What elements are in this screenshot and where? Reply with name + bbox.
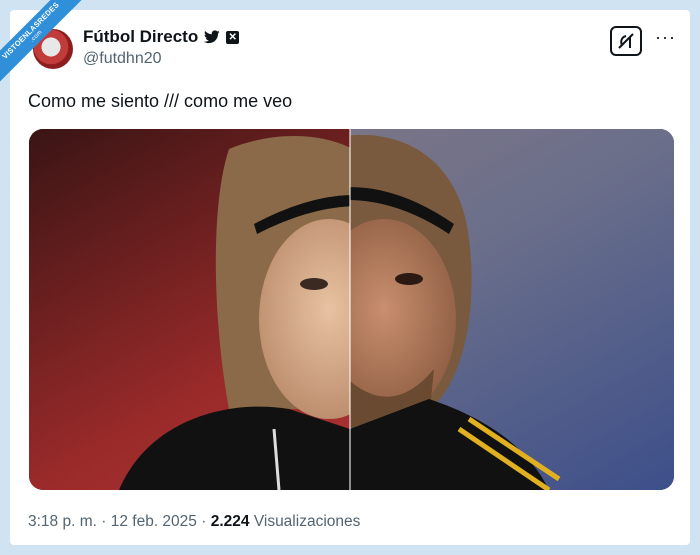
grok-icon	[618, 33, 634, 49]
tweet-meta: 3:18 p. m. · 12 feb. 2025 · 2.224 Visual…	[28, 513, 360, 531]
author-name[interactable]: Fútbol Directo	[83, 27, 198, 47]
meta-separator-2: ·	[196, 513, 211, 530]
views-label: Visualizaciones	[253, 513, 361, 530]
more-icon[interactable]: ···	[655, 28, 676, 46]
split-face-photo	[29, 129, 674, 490]
views-count: 2.224	[210, 513, 250, 530]
author-name-row: Fútbol Directo ✕	[83, 27, 240, 47]
tweet-date[interactable]: 12 feb. 2025	[111, 513, 197, 530]
tweet-text: Como me siento /// como me veo	[28, 91, 293, 111]
grok-button[interactable]	[610, 26, 642, 56]
twitter-bird-icon	[204, 30, 220, 44]
author-handle[interactable]: @futdhn20	[83, 50, 162, 68]
tweet-time[interactable]: 3:18 p. m.	[28, 513, 97, 530]
x-logo-icon: ✕	[226, 30, 240, 44]
tweet-image[interactable]	[29, 129, 674, 490]
meta-separator: ·	[96, 513, 111, 530]
